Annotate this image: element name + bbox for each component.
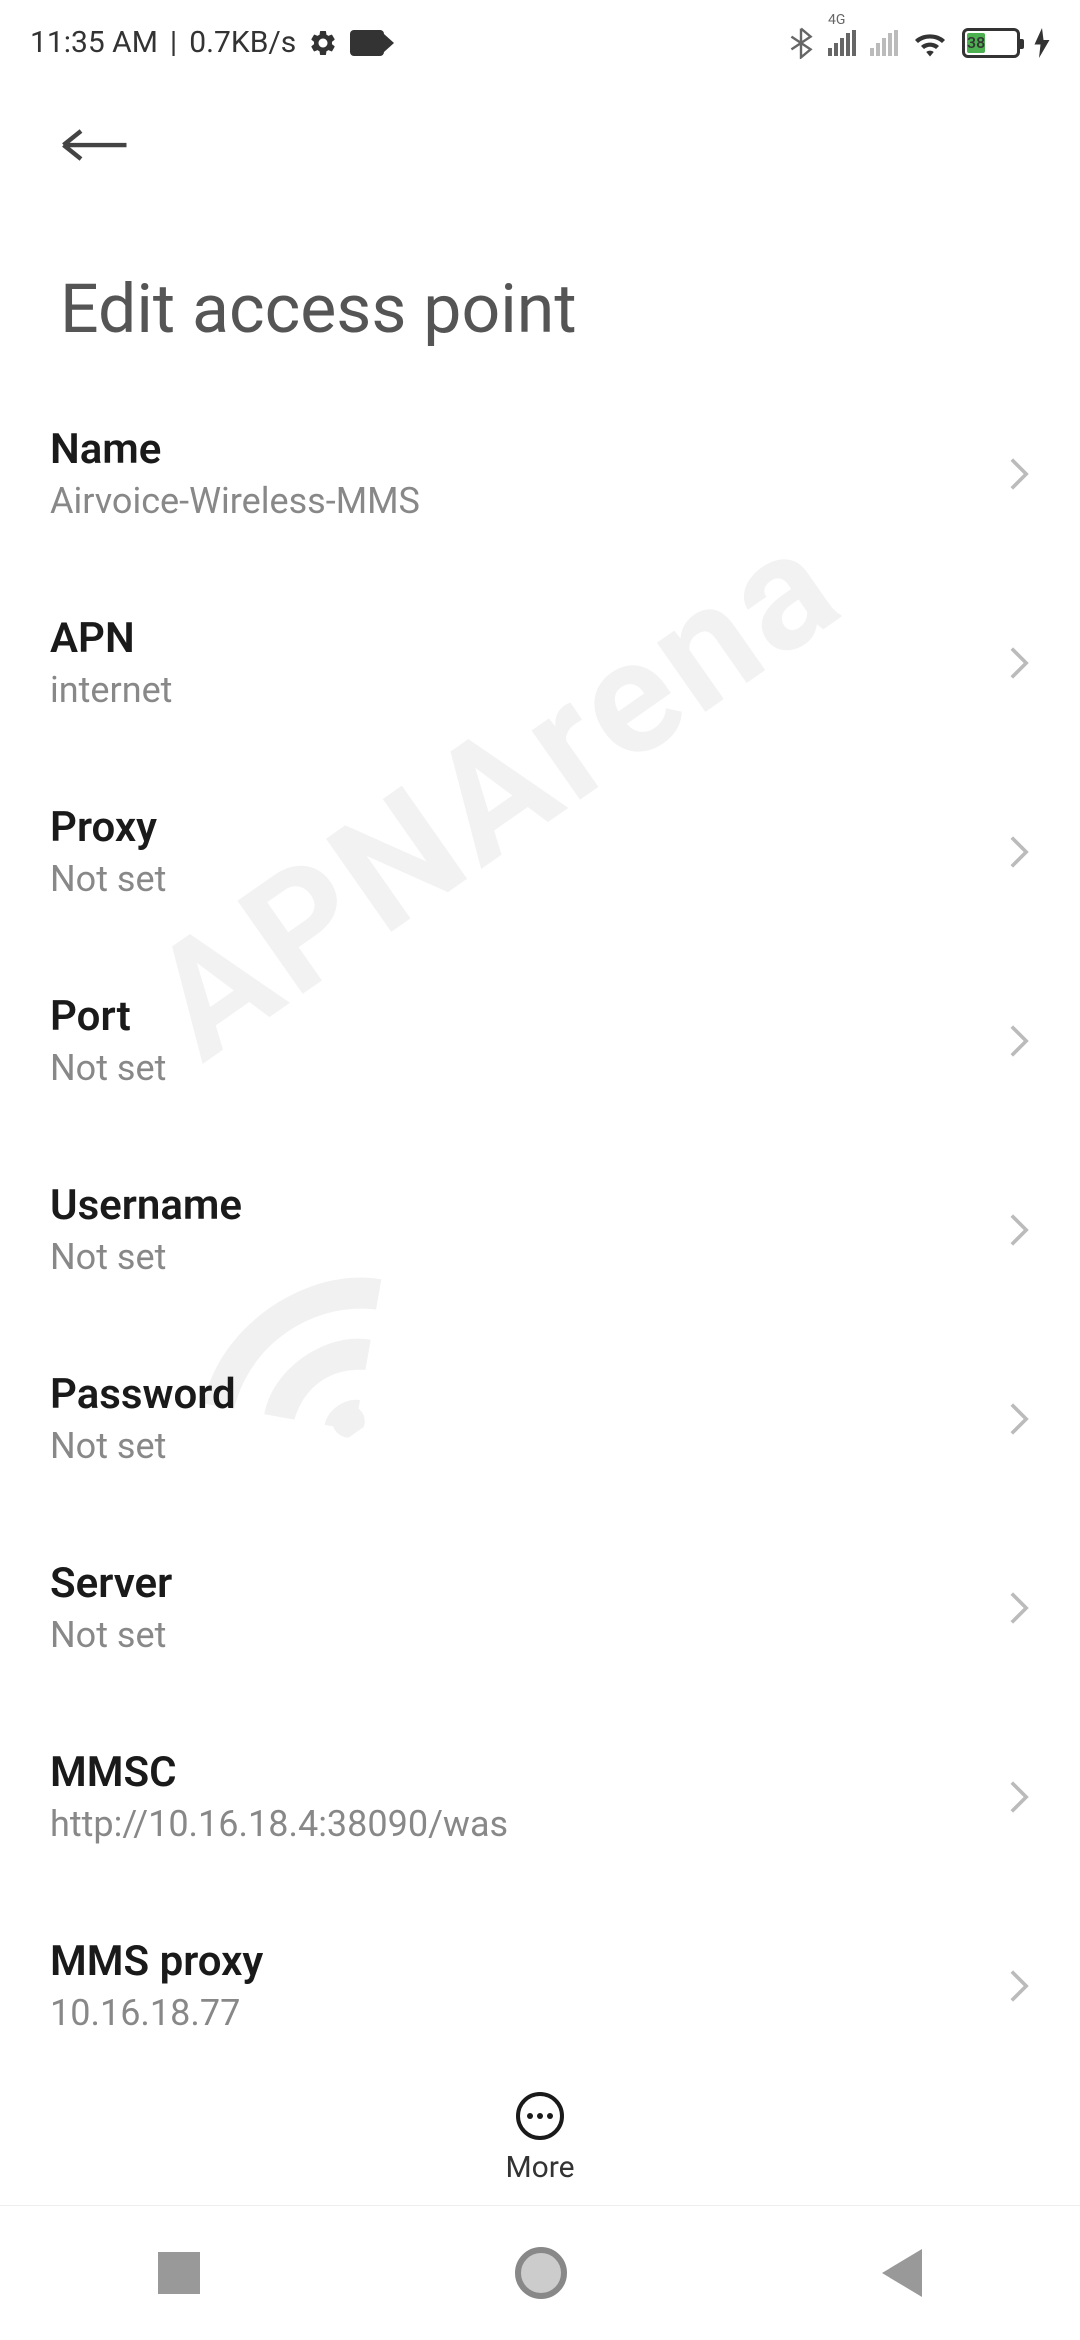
setting-label: MMS proxy: [50, 1937, 263, 1986]
setting-value: Not set: [50, 1614, 172, 1656]
chevron-right-icon: [1008, 834, 1030, 870]
setting-proxy[interactable]: Proxy Not set: [50, 757, 1030, 946]
setting-value: Not set: [50, 1047, 166, 1089]
setting-mmsc[interactable]: MMSC http://10.16.18.4:38090/was: [50, 1702, 1030, 1891]
nav-back-button[interactable]: [882, 2249, 922, 2297]
chevron-right-icon: [1008, 645, 1030, 681]
setting-apn[interactable]: APN internet: [50, 568, 1030, 757]
header: Edit access point: [0, 75, 1080, 379]
setting-label: Port: [50, 992, 166, 1041]
network-label: 4G: [828, 12, 845, 28]
setting-name[interactable]: Name Airvoice-Wireless-MMS: [50, 379, 1030, 568]
chevron-right-icon: [1008, 1590, 1030, 1626]
status-data-rate: 0.7KB/s: [189, 25, 296, 60]
setting-value: Not set: [50, 858, 166, 900]
status-left: 11:35 AM | 0.7KB/s: [30, 25, 384, 60]
setting-label: Name: [50, 425, 420, 474]
battery-percentage: 38: [967, 33, 985, 53]
setting-value: Not set: [50, 1236, 242, 1278]
setting-password[interactable]: Password Not set: [50, 1324, 1030, 1513]
setting-label: Proxy: [50, 803, 166, 852]
signal-4g: 4G: [828, 30, 856, 56]
charging-icon: [1034, 28, 1050, 58]
setting-port[interactable]: Port Not set: [50, 946, 1030, 1135]
navigation-bar: [0, 2205, 1080, 2340]
more-icon: [516, 2092, 564, 2140]
wifi-icon: [912, 28, 948, 58]
bluetooth-icon: [788, 27, 814, 59]
setting-value: Not set: [50, 1425, 236, 1467]
more-label: More: [505, 2150, 574, 2185]
back-button[interactable]: [60, 125, 1040, 169]
nav-recent-button[interactable]: [158, 2252, 200, 2294]
setting-label: Password: [50, 1370, 236, 1419]
setting-label: Username: [50, 1181, 242, 1230]
chevron-right-icon: [1008, 1968, 1030, 2004]
page-title: Edit access point: [40, 269, 1040, 349]
status-time: 11:35 AM: [30, 25, 158, 60]
setting-label: Server: [50, 1559, 172, 1608]
setting-value: internet: [50, 669, 172, 711]
setting-mms-proxy[interactable]: MMS proxy 10.16.18.77: [50, 1891, 1030, 2080]
chevron-right-icon: [1008, 1212, 1030, 1248]
chevron-right-icon: [1008, 456, 1030, 492]
status-separator: |: [170, 25, 177, 60]
status-right: 4G 38: [788, 27, 1050, 59]
chevron-right-icon: [1008, 1779, 1030, 1815]
more-button[interactable]: More: [0, 2062, 1080, 2185]
gear-icon: [308, 28, 338, 58]
battery-icon: 38: [962, 28, 1020, 58]
nav-home-button[interactable]: [515, 2247, 567, 2299]
settings-list: Name Airvoice-Wireless-MMS APN internet …: [0, 379, 1080, 2080]
setting-value: 10.16.18.77: [50, 1992, 263, 2034]
setting-value: http://10.16.18.4:38090/was: [50, 1803, 508, 1845]
chevron-right-icon: [1008, 1401, 1030, 1437]
setting-username[interactable]: Username Not set: [50, 1135, 1030, 1324]
setting-label: APN: [50, 614, 172, 663]
setting-server[interactable]: Server Not set: [50, 1513, 1030, 1702]
chevron-right-icon: [1008, 1023, 1030, 1059]
status-bar: 11:35 AM | 0.7KB/s 4G 38: [0, 0, 1080, 75]
camera-icon: [350, 30, 384, 56]
signal-none-icon: [870, 30, 898, 56]
setting-value: Airvoice-Wireless-MMS: [50, 480, 420, 522]
setting-label: MMSC: [50, 1748, 508, 1797]
